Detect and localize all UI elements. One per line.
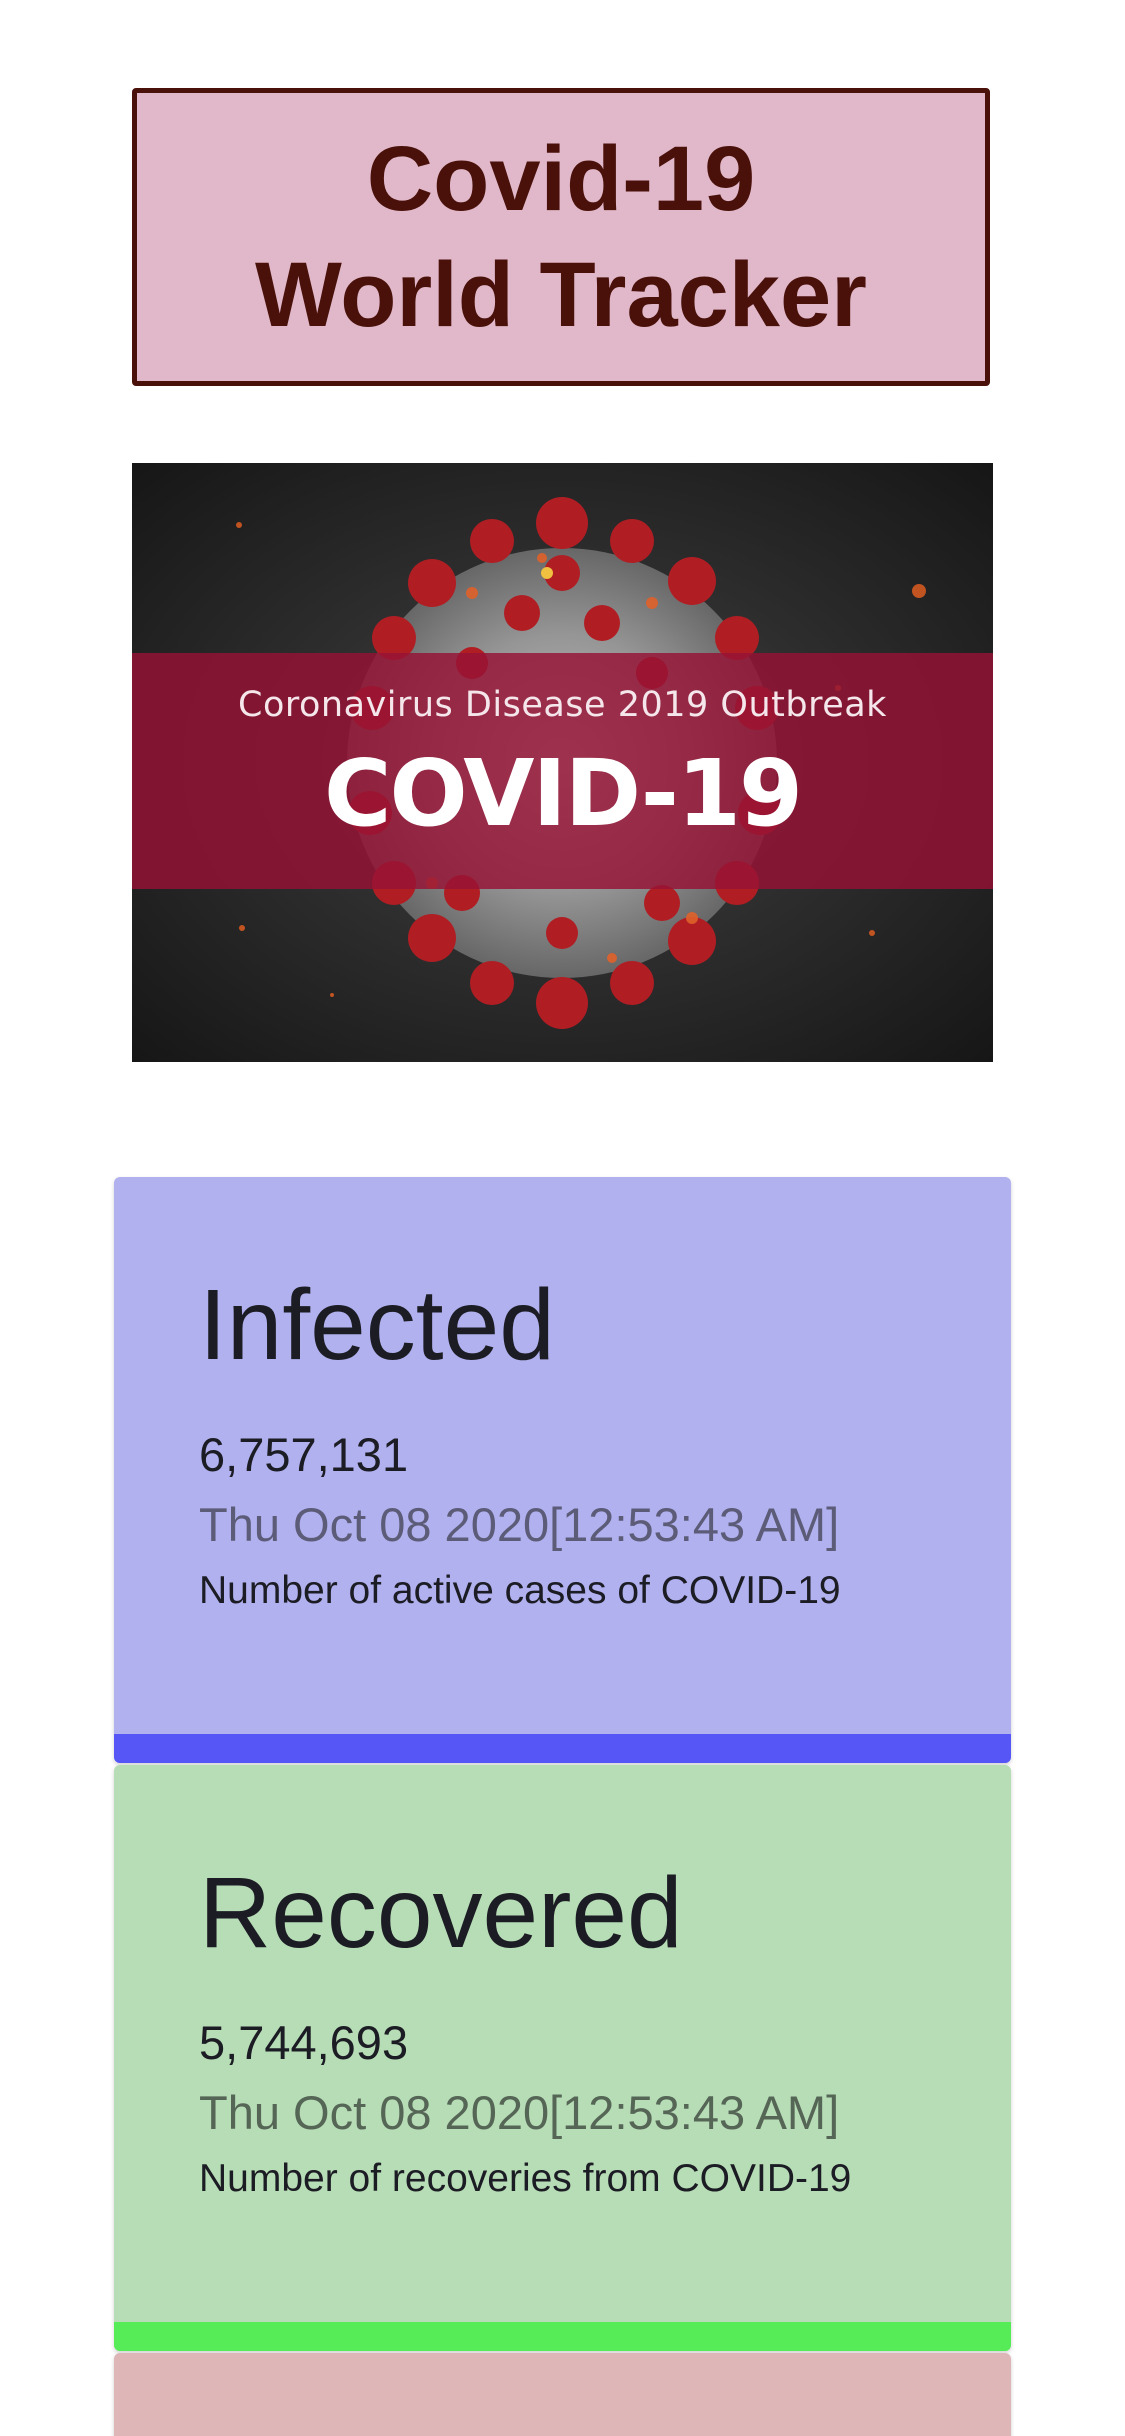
recovered-heading: Recovered [199,1857,683,1969]
recovered-accent-bar [114,2322,1011,2351]
infected-count: 6,757,131 [199,1428,409,1481]
infected-heading: Infected [199,1269,555,1381]
recovered-description: Number of recoveries from COVID-19 [199,2157,852,2200]
infected-description: Number of active cases of COVID-19 [199,1569,841,1612]
deaths-card [114,2353,1011,2436]
banner-subtitle: Coronavirus Disease 2019 Outbreak [238,685,887,725]
page: Covid-19 World Tracker Coronavirus Disea… [0,0,1125,2436]
infected-accent-bar [114,1734,1011,1763]
page-title-line-2: World Tracker [255,244,867,346]
covid-banner-image: Coronavirus Disease 2019 Outbreak COVID-… [132,463,993,1062]
infected-date: Thu Oct 08 2020[12:53:43 AM] [199,1498,840,1551]
title-box: Covid-19 World Tracker [132,88,990,386]
recovered-card: Recovered 5,744,693 Thu Oct 08 2020[12:5… [114,1765,1011,2351]
page-title-line-1: Covid-19 [366,128,756,230]
recovered-date: Thu Oct 08 2020[12:53:43 AM] [199,2086,840,2139]
banner-title: COVID-19 [324,740,803,847]
recovered-count: 5,744,693 [199,2016,409,2069]
infected-card: Infected 6,757,131 Thu Oct 08 2020[12:53… [114,1177,1011,1763]
